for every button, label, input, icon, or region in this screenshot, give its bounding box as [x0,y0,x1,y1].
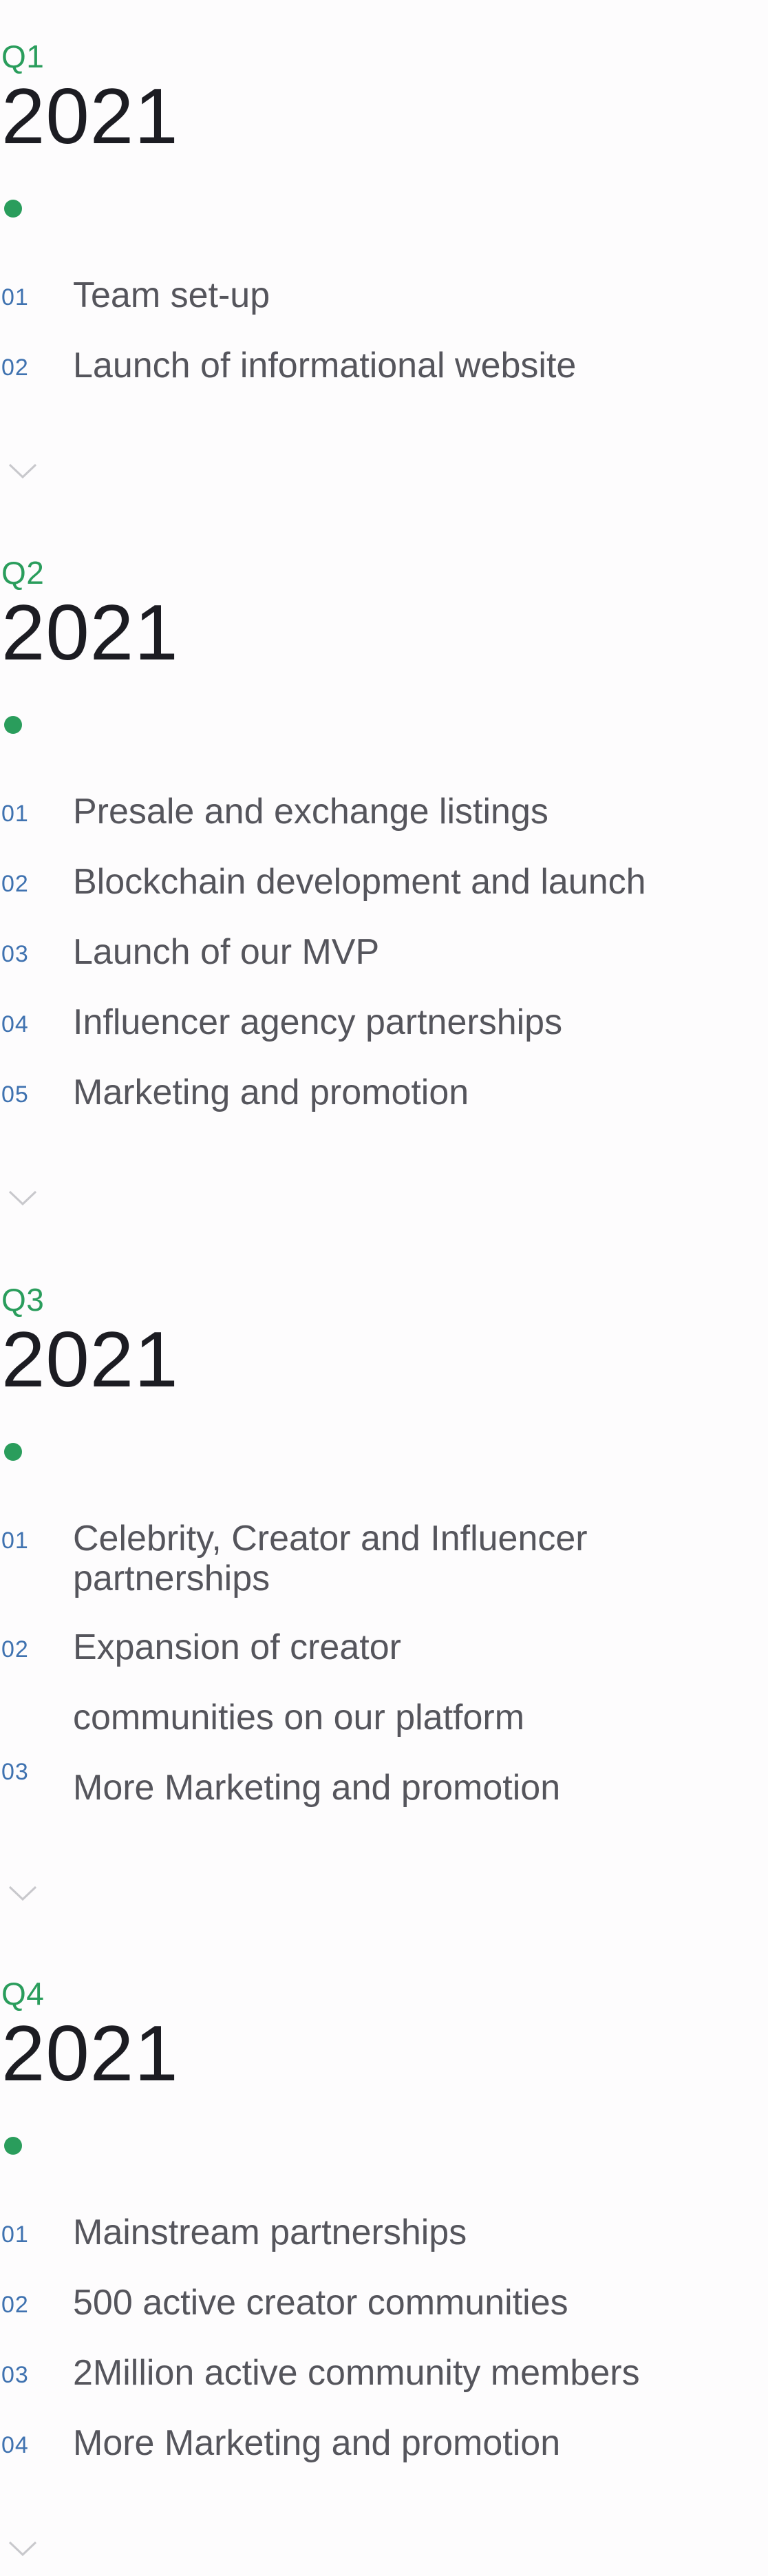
item-text: Influencer agency partnerships [73,1002,563,1042]
chevron-down-icon[interactable] [8,2540,37,2557]
item-number: 01 [1,2221,29,2248]
chevron-down-icon[interactable] [8,1190,37,1206]
quarter-label: Q4 [1,1976,45,2012]
roadmap: Q1 2021 01 Team set-up 02 Launch of info… [0,0,768,2576]
quarter-year: 2021 [1,1316,179,1404]
item-number: 05 [1,1081,29,1108]
item-number: 03 [1,1759,29,1785]
dot-icon [4,1443,22,1461]
quarter-year: 2021 [1,589,179,677]
item-number: 03 [1,941,29,967]
quarter-label: Q3 [1,1282,45,1318]
quarter-label: Q1 [1,39,45,74]
item-text: 2Million active community members [73,2353,640,2393]
item-number: 02 [1,1636,29,1662]
item-text: Launch of our MVP [73,932,380,972]
item-number: 02 [1,2292,29,2318]
item-number: 01 [1,284,29,310]
chevron-down-icon[interactable] [8,1885,37,1901]
item-text: Presale and exchange listings [73,792,548,832]
item-number: 04 [1,2432,29,2458]
item-text: communities on our platform [73,1698,525,1738]
item-text: Team set-up [73,275,270,315]
item-text: Expansion of creator [73,1627,401,1667]
item-number: 02 [1,871,29,897]
dot-icon [4,716,22,734]
item-text: Launch of informational website [73,346,577,386]
item-number: 01 [1,801,29,827]
item-number: 01 [1,1528,29,1554]
item-number: 03 [1,2362,29,2388]
quarter-year: 2021 [1,2010,179,2098]
item-text: 500 active creator communities [73,2283,568,2323]
item-text: More Marketing and promotion [73,1768,561,1808]
quarter-label: Q2 [1,555,45,591]
chevron-down-icon[interactable] [8,463,37,479]
item-text: More Marketing and promotion [73,2423,561,2463]
item-number: 02 [1,355,29,381]
item-text: Marketing and promotion [73,1073,469,1112]
item-text: Blockchain development and launch [73,862,646,902]
item-text: Mainstream partnerships [73,2213,467,2252]
quarter-year: 2021 [1,73,179,160]
dot-icon [4,200,22,218]
dot-icon [4,2137,22,2155]
item-number: 04 [1,1011,29,1037]
item-text: Celebrity, Creator and Influencer partne… [73,1519,588,1598]
